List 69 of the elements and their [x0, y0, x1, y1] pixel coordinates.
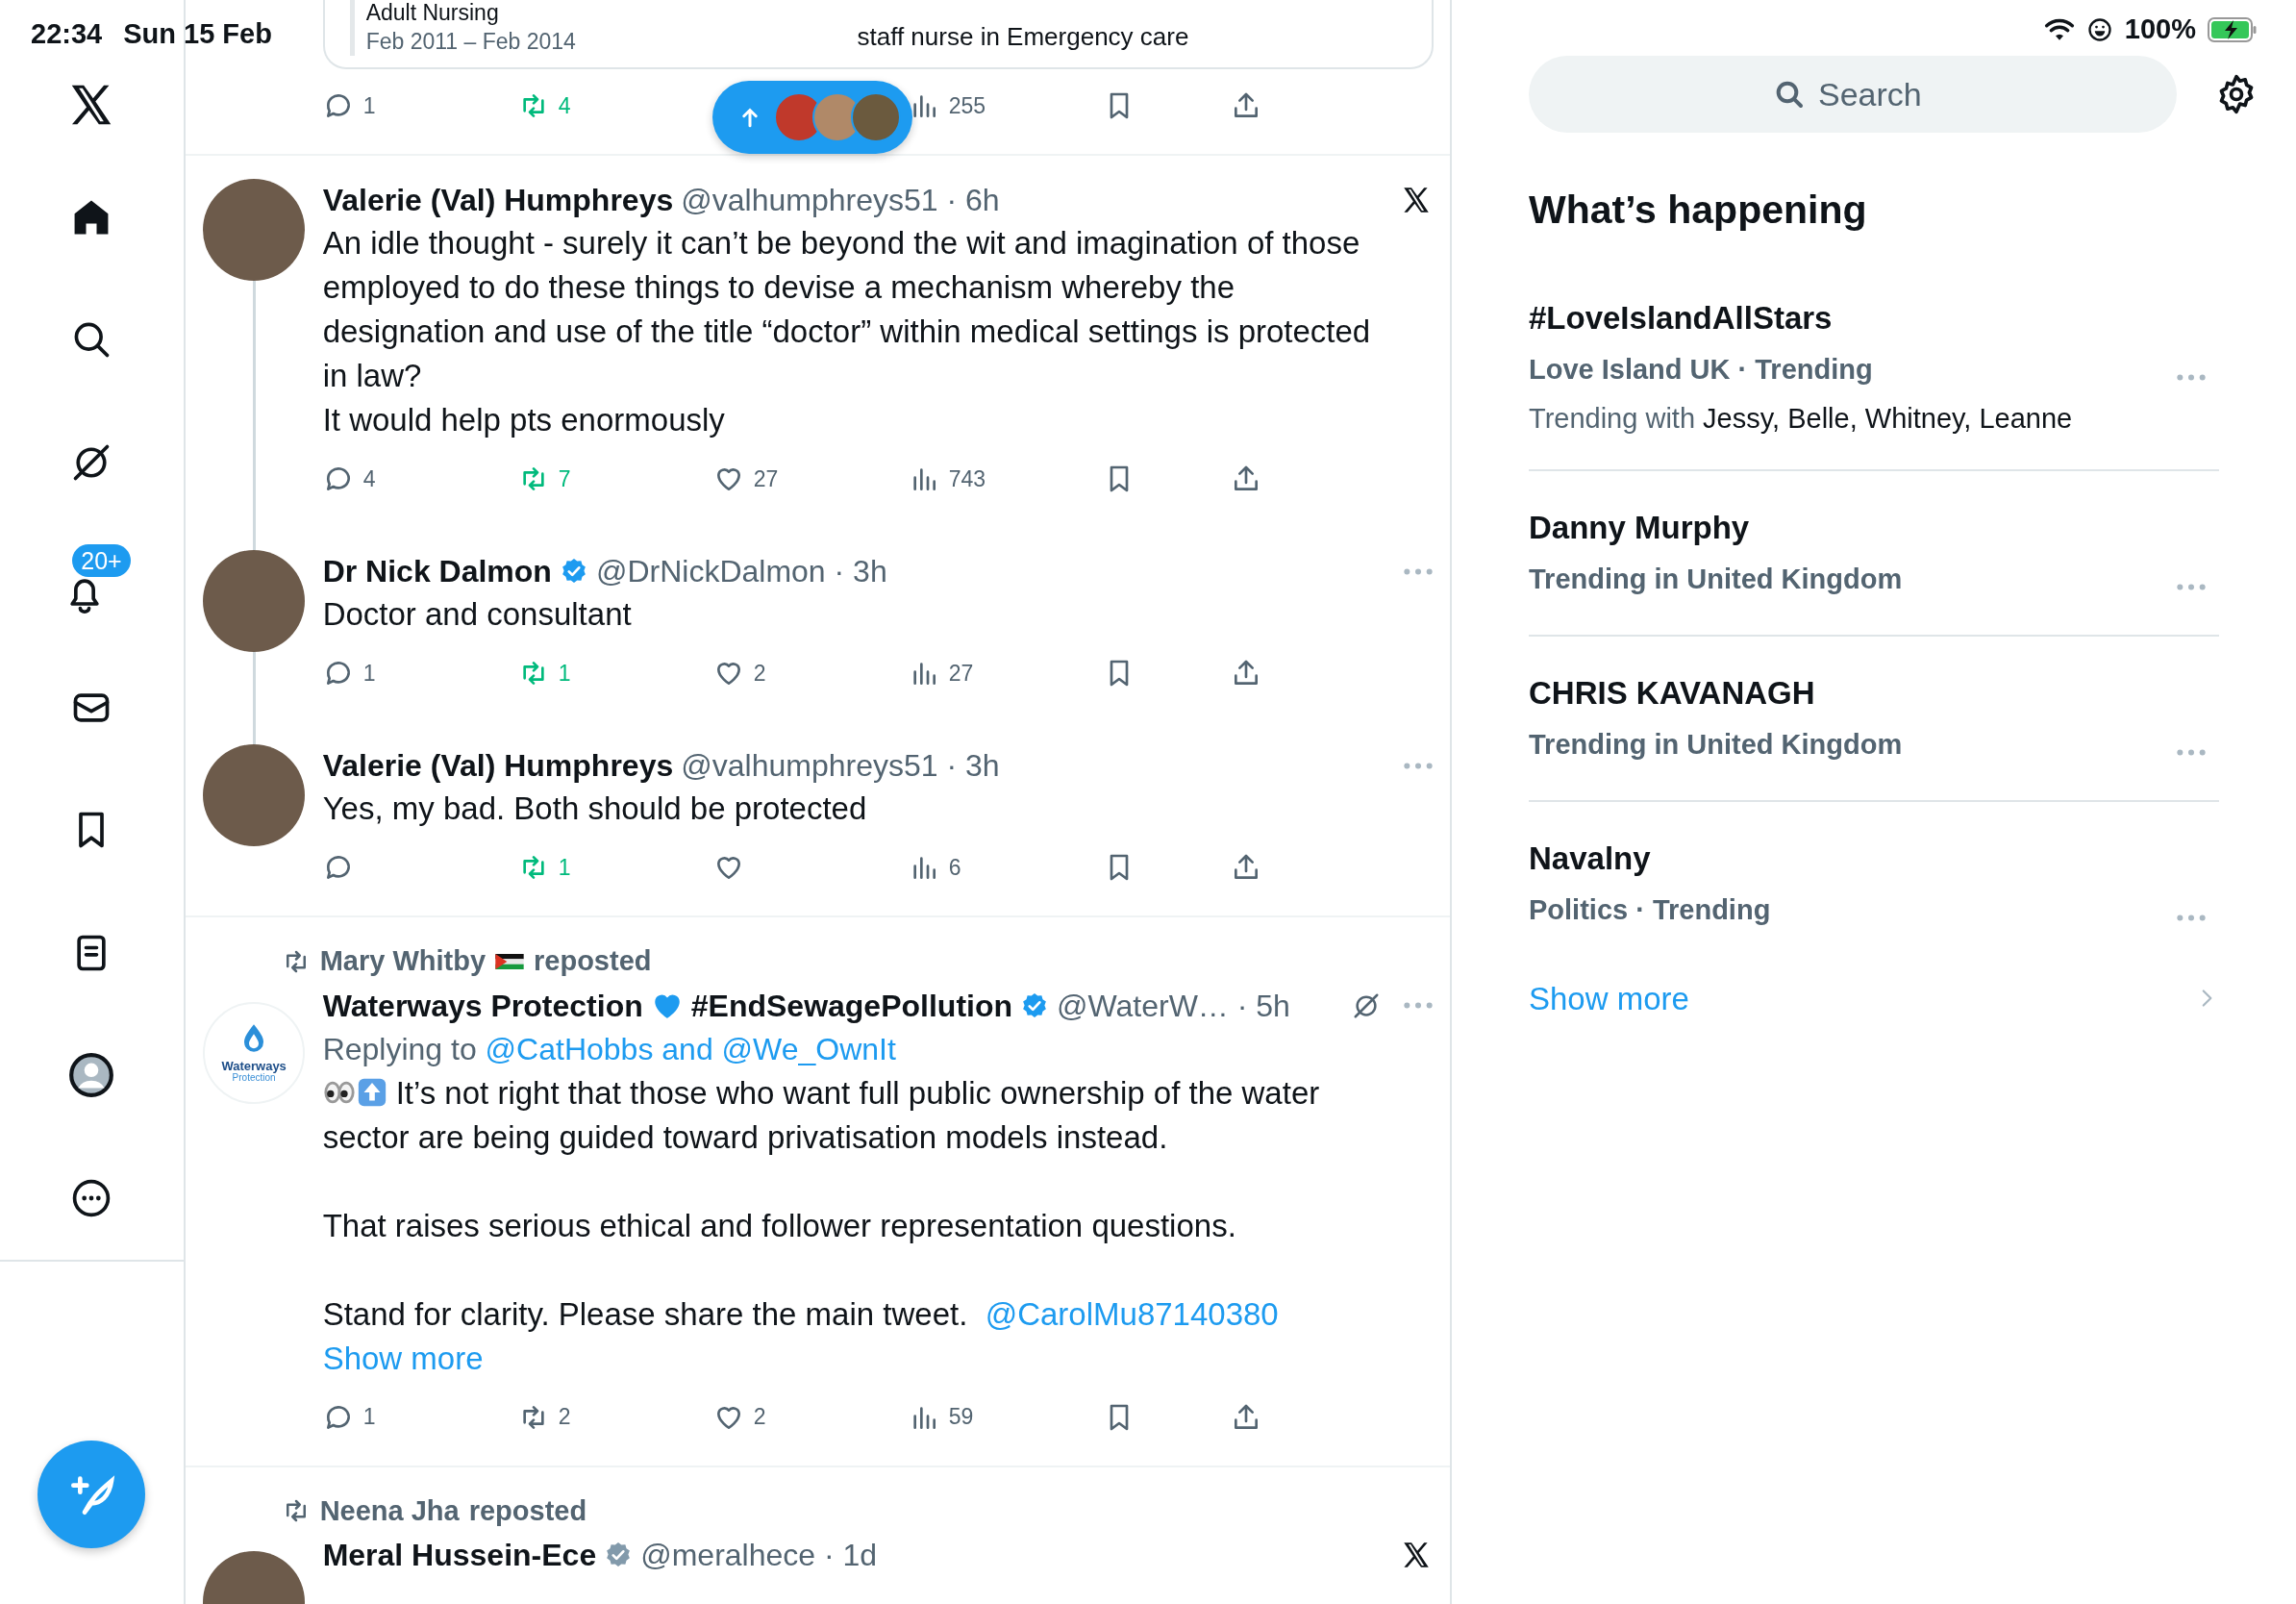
replying-to: Replying to @CatHobbs and @We_OwnIt — [322, 1030, 897, 1068]
handle-and-time: @valhumphreys51 · 3h — [681, 747, 1000, 785]
views-button[interactable]: 743 — [908, 462, 1104, 496]
views-button[interactable]: 6 — [908, 850, 1104, 885]
search-field[interactable]: Search — [1529, 56, 2177, 133]
handle-and-time: @DrNickDalmon · 3h — [595, 553, 887, 590]
trend-context: Trending in United Kingdom — [1529, 727, 1903, 762]
trend-title[interactable]: Danny Murphy — [1529, 503, 2219, 552]
handle-and-time: @meralhece · 1d — [640, 1537, 878, 1574]
post-text: Yes, my bad. Both should be protected — [322, 789, 868, 828]
trend-title[interactable]: Navalny — [1529, 834, 2219, 883]
post-text: An idle thought - surely it can’t be beyond the wit and imagination of those employed to do these things to devise a mechanism whereby the designation and use of the title “doctor” within medical settings is protected in law? — [322, 224, 1372, 395]
card-dates: Feb 2011 – Feb 2014 — [365, 28, 576, 56]
search-icon — [1774, 79, 1805, 110]
author-name: Valerie (Val) Humphreys — [322, 747, 674, 785]
handle-and-time: @valhumphreys51 · 6h — [681, 182, 1000, 219]
views-button[interactable]: 59 — [908, 1400, 1104, 1434]
more-icon — [2177, 914, 2206, 921]
post-text: Doctor and consultant — [322, 595, 633, 634]
author-name: Waterways Protection — [322, 987, 643, 1025]
more-icon — [1404, 762, 1433, 769]
like-button[interactable]: 2 — [712, 656, 909, 690]
like-button[interactable]: 27 — [712, 462, 909, 496]
reposter-name: Mary Whitby — [319, 944, 487, 978]
trend-context: Politics · Trending — [1529, 892, 1771, 927]
status-date: Sun 15 Feb — [123, 17, 272, 51]
reply-button[interactable]: 1 — [322, 88, 518, 123]
notification-count: 20+ — [72, 544, 131, 578]
compose-button[interactable] — [37, 1441, 146, 1548]
author-name: Meral Hussein-Ece — [322, 1537, 597, 1574]
logo-text: Protection — [232, 1073, 276, 1084]
post-text: Stand for clarity. Please share the main tweet. @CarolMu87140380 Show more — [322, 1294, 1280, 1378]
more-icon — [2177, 583, 2206, 590]
reposter-name: Neena Jha — [319, 1493, 460, 1528]
views-button[interactable]: 27 — [908, 656, 1104, 690]
status-time: 22:34 — [31, 17, 103, 51]
author-hashtag: #EndSewagePollution — [690, 987, 1012, 1025]
trend-context: Love Island UK · Trending — [1529, 352, 1873, 387]
author-name: Dr Nick Dalmon — [322, 553, 552, 590]
repost-button[interactable]: 2 — [517, 1400, 713, 1434]
handle-and-time: @WaterW… · 5h — [1057, 987, 1290, 1025]
more-icon — [2177, 373, 2206, 381]
new-posts-toast[interactable] — [711, 81, 912, 154]
repost-label: reposted — [468, 1493, 587, 1528]
post-text: It’s not right that those who want full public ownership of the water sector are being guided toward privatisation models instead. — [322, 1073, 1321, 1157]
battery-percent: 100% — [2124, 13, 2196, 47]
repost-label: reposted — [534, 944, 652, 978]
post-text: It would help pts enormously — [322, 401, 726, 439]
reply-button[interactable]: 4 — [322, 462, 518, 496]
post-text: That raises serious ethical and follower representation questions. — [322, 1206, 1237, 1245]
trend-title[interactable]: #LoveIslandAllStars — [1529, 293, 2219, 342]
views-button[interactable]: 255 — [908, 88, 1104, 123]
trend-context: Trending in United Kingdom — [1529, 562, 1903, 596]
card-heading: Adult Nursing — [365, 0, 500, 27]
author-name: Valerie (Val) Humphreys — [322, 182, 674, 219]
reply-button[interactable]: 1 — [322, 656, 518, 690]
section-heading: What’s happening — [1529, 187, 1868, 234]
trend-related: Trending with Jessy, Belle, Whitney, Leanne — [1529, 401, 2074, 436]
reply-button[interactable]: 1 — [322, 1400, 518, 1434]
battery-icon — [2208, 17, 2258, 42]
like-button[interactable]: 2 — [712, 1400, 909, 1434]
smiley-icon — [2085, 16, 2113, 43]
more-icon — [1404, 567, 1433, 575]
search-input[interactable]: Search — [1816, 68, 1932, 120]
more-icon — [2177, 748, 2206, 756]
logo-text: Waterways — [221, 1060, 287, 1074]
card-role: staff nurse in Emergency care — [856, 21, 1189, 53]
trend-title[interactable]: CHRIS KAVANAGH — [1529, 668, 2219, 717]
more-icon — [1404, 1002, 1433, 1009]
